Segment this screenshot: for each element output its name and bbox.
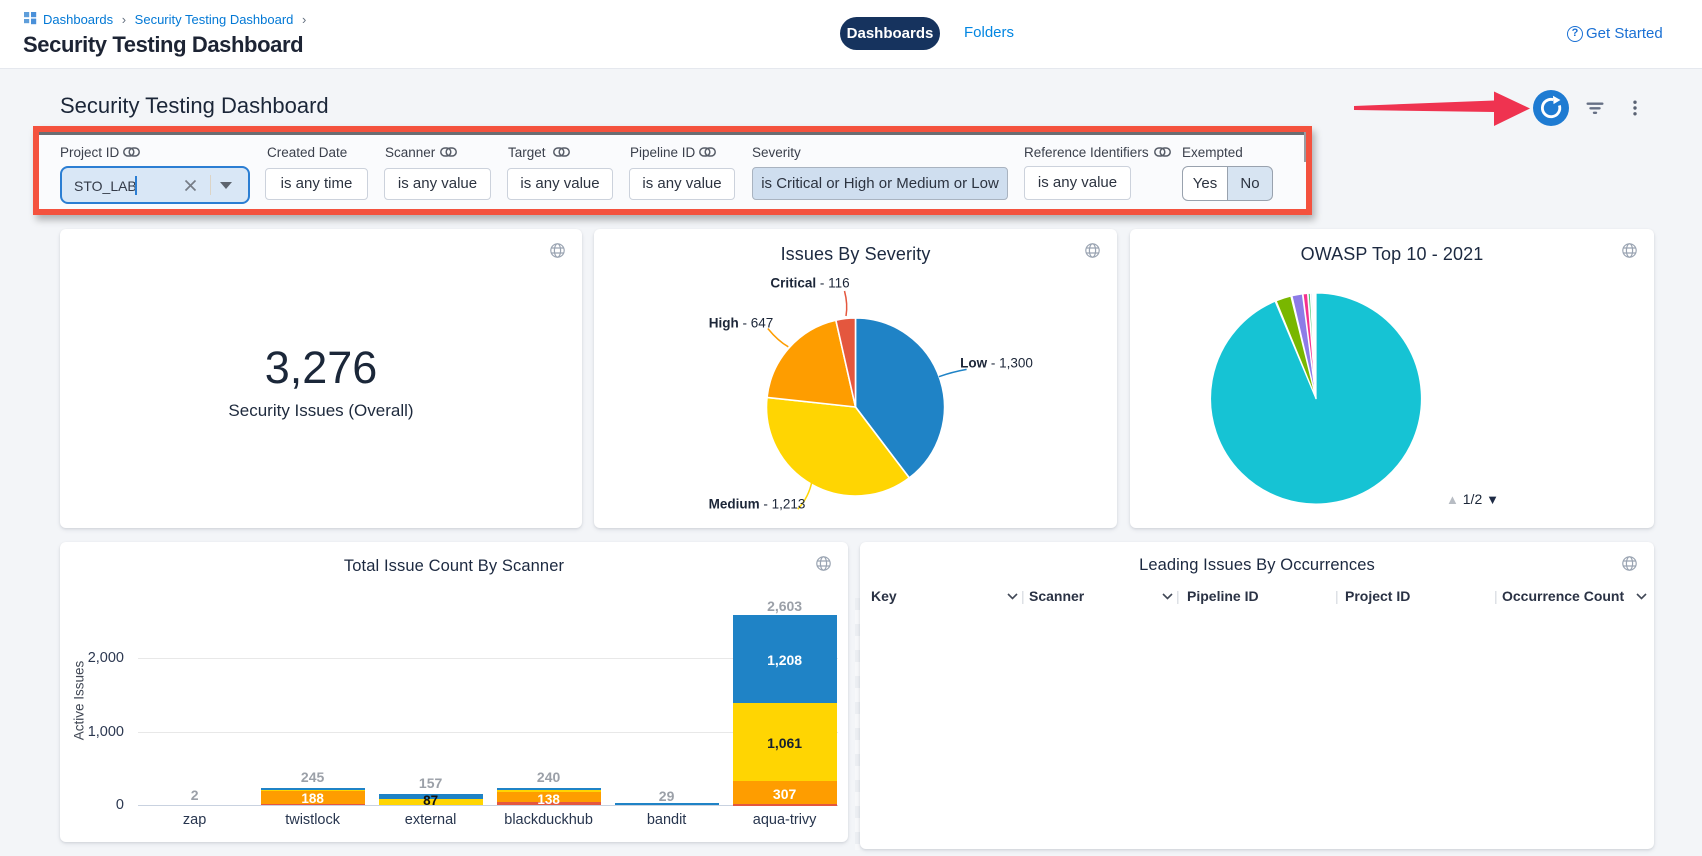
svg-text:High - 647: High - 647 bbox=[709, 316, 774, 331]
svg-text:Low - 1,300: Low - 1,300 bbox=[960, 356, 1033, 371]
svg-text:Critical - 116: Critical - 116 bbox=[770, 276, 849, 291]
svg-text:Medium - 1,213: Medium - 1,213 bbox=[709, 497, 806, 512]
